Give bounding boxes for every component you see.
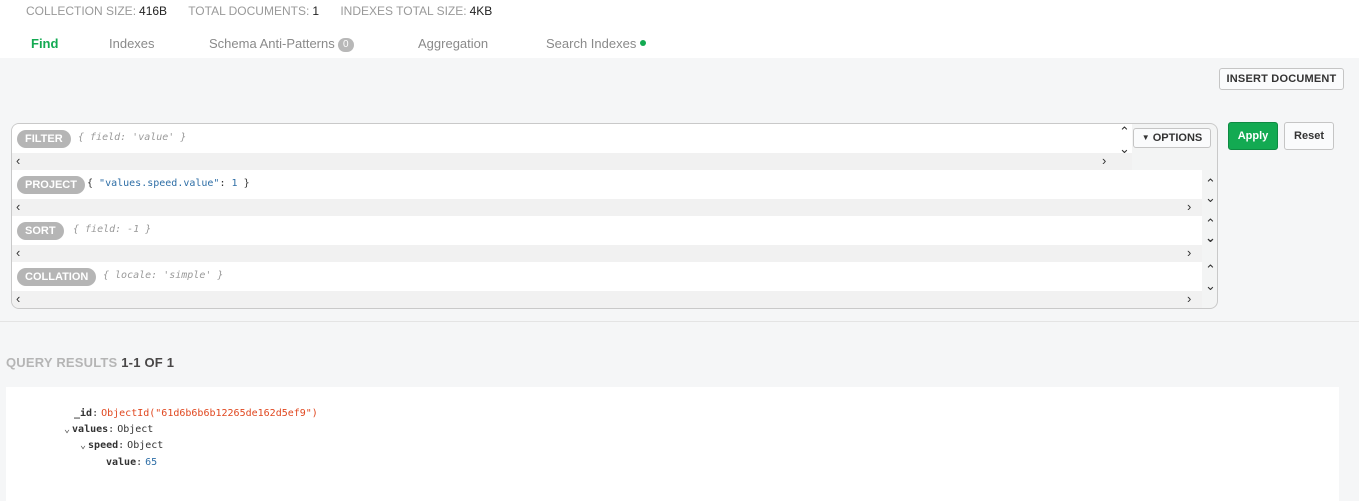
collation-row: COLLATION { locale: 'simple' } ‹ › ⌃ ⌄ [12, 262, 1217, 308]
project-row: PROJECT { "values.speed.value": 1 } ‹ › … [12, 170, 1217, 216]
stat-collection-size: COLLECTION SIZE: 416B [26, 4, 168, 18]
tab-aggregation[interactable]: Aggregation [418, 36, 488, 51]
schema-count-badge: 0 [337, 38, 354, 52]
apply-button[interactable]: Apply [1228, 122, 1278, 150]
query-results-heading: QUERY RESULTS 1-1 OF 1 [6, 355, 175, 370]
filter-hscrollbar[interactable]: ‹ › [12, 153, 1132, 170]
query-bar: FILTER { field: 'value' } ‹ › ⌃ ⌄ PROJEC… [11, 123, 1218, 309]
options-button[interactable]: ▼ OPTIONS [1133, 128, 1211, 148]
scroll-down-icon[interactable]: ⌄ [1119, 142, 1130, 155]
insert-document-button[interactable]: INSERT DOCUMENT [1219, 68, 1344, 90]
stat-indexes-size: INDEXES TOTAL SIZE: 4KB [340, 4, 493, 18]
collation-vscrollbar[interactable]: ⌃ ⌄ [1202, 262, 1217, 308]
tab-search-indexes[interactable]: Search Indexes [546, 36, 647, 51]
scroll-right-icon[interactable]: › [1187, 200, 1191, 213]
sort-row: SORT { field: -1 } ‹ › ⌃ ⌄ [12, 216, 1217, 262]
sort-vscrollbar[interactable]: ⌃ ⌄ [1202, 216, 1217, 262]
sort-placeholder: { field: -1 } [73, 224, 152, 235]
project-hscrollbar[interactable]: ‹ › [12, 199, 1202, 216]
expand-caret-icon[interactable]: ⌄ [80, 440, 86, 451]
document-card: _id: ObjectId("61d6b6b6b12265de162d5ef9")… [6, 387, 1339, 501]
scroll-left-icon[interactable]: ‹ [16, 200, 20, 213]
scroll-down-icon[interactable]: ⌄ [1205, 279, 1216, 292]
scroll-left-icon[interactable]: ‹ [16, 154, 20, 167]
collection-stats: COLLECTION SIZE: 416B TOTAL DOCUMENTS: 1 I… [26, 4, 510, 18]
reset-button[interactable]: Reset [1284, 122, 1334, 150]
project-input[interactable]: PROJECT { "values.speed.value": 1 } [12, 170, 1202, 199]
section-divider [0, 321, 1359, 322]
field-key: value [106, 457, 137, 468]
field-key: speed [88, 440, 119, 451]
filter-vscrollbar[interactable]: ⌃ ⌄ [1116, 124, 1132, 170]
field-key: values [72, 424, 109, 435]
filter-input[interactable]: FILTER { field: 'value' } [12, 124, 1132, 153]
tab-schema-label: Schema Anti-Patterns [209, 36, 335, 51]
collection-header: COLLECTION SIZE: 416B TOTAL DOCUMENTS: 1 I… [0, 0, 1359, 58]
scroll-up-icon[interactable]: ⌃ [1205, 217, 1216, 230]
scroll-left-icon[interactable]: ‹ [16, 292, 20, 305]
collation-label: COLLATION [17, 268, 97, 286]
project-label: PROJECT [17, 176, 85, 194]
expand-caret-icon[interactable]: ⌄ [64, 424, 70, 435]
sort-label: SORT [17, 222, 64, 240]
field-key: _id [74, 408, 93, 419]
doc-field-value: value: 65 [106, 457, 158, 468]
scroll-up-icon[interactable]: ⌃ [1119, 125, 1130, 138]
collation-placeholder: { locale: 'simple' } [103, 270, 224, 281]
caret-down-icon: ▼ [1141, 133, 1150, 142]
filter-label: FILTER [17, 130, 71, 148]
scroll-up-icon[interactable]: ⌃ [1205, 177, 1216, 190]
tab-indexes[interactable]: Indexes [109, 36, 155, 51]
field-value: Object [117, 424, 154, 435]
scroll-down-icon[interactable]: ⌄ [1205, 191, 1216, 204]
filter-row: FILTER { field: 'value' } ‹ › ⌃ ⌄ [12, 124, 1217, 170]
field-value: 65 [145, 457, 158, 468]
project-vscrollbar[interactable]: ⌃ ⌄ [1202, 170, 1217, 216]
scroll-left-icon[interactable]: ‹ [16, 246, 20, 259]
tab-schema-anti-patterns[interactable]: Schema Anti-Patterns 0 [209, 36, 354, 52]
scroll-up-icon[interactable]: ⌃ [1205, 263, 1216, 276]
field-value: Object [127, 440, 164, 451]
scroll-down-icon[interactable]: ⌄ [1205, 231, 1216, 244]
tab-find[interactable]: Find [31, 36, 58, 51]
field-value: ObjectId("61d6b6b6b12265de162d5ef9") [101, 408, 318, 419]
doc-field-id: _id: ObjectId("61d6b6b6b12265de162d5ef9") [74, 408, 318, 419]
scroll-right-icon[interactable]: › [1187, 292, 1191, 305]
sort-hscrollbar[interactable]: ‹ › [12, 245, 1202, 262]
doc-field-values[interactable]: ⌄ values: Object [64, 424, 153, 435]
tab-search-indexes-label: Search Indexes [546, 36, 637, 51]
stat-total-documents: TOTAL DOCUMENTS: 1 [188, 4, 319, 18]
collation-hscrollbar[interactable]: ‹ › [12, 291, 1202, 308]
results-count: 1-1 OF 1 [121, 355, 175, 370]
scroll-right-icon[interactable]: › [1102, 154, 1106, 167]
scroll-right-icon[interactable]: › [1187, 246, 1191, 259]
doc-field-speed[interactable]: ⌄ speed: Object [80, 440, 163, 451]
status-dot-icon [640, 40, 647, 46]
filter-placeholder: { field: 'value' } [78, 132, 187, 143]
project-value: { "values.speed.value": 1 } [87, 178, 250, 189]
sort-input[interactable]: SORT { field: -1 } [12, 216, 1202, 245]
collation-input[interactable]: COLLATION { locale: 'simple' } [12, 262, 1202, 291]
